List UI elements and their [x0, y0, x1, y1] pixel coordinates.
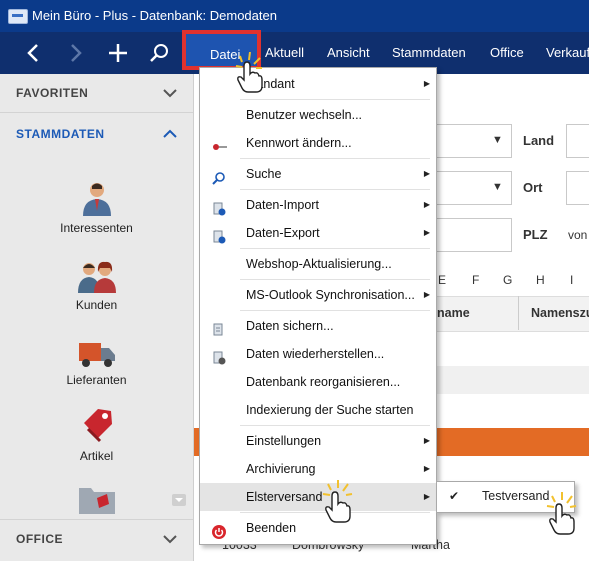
chevron-down-icon [163, 74, 177, 112]
stammdaten-label: STAMMDATEN [16, 127, 105, 141]
menu-separator [240, 310, 430, 311]
scroll-down-icon[interactable] [172, 494, 186, 506]
submenu-arrow-icon: ▶ [423, 228, 430, 237]
submenu-arrow-icon: ▶ [423, 436, 430, 445]
menu-item-daten-sichern[interactable]: Daten sichern... [200, 312, 436, 340]
app-icon [8, 9, 28, 24]
menu-office[interactable]: Office [490, 32, 524, 74]
table-row-shaded[interactable] [436, 366, 589, 394]
title-bar: Mein Büro - Plus - Datenbank: Demodaten [0, 0, 589, 32]
datei-menu-dropdown: Mandant ▶ Benutzer wechseln... Kennwort … [199, 67, 437, 545]
back-icon[interactable] [13, 32, 53, 74]
menu-item-webshop-aktualisierung[interactable]: Webshop-Aktualisierung... [200, 250, 436, 278]
dropdown-arrow-icon: ▼ [492, 134, 503, 146]
column-header-name[interactable]: name [437, 306, 470, 320]
land-input[interactable] [566, 124, 589, 158]
folder-icon [78, 488, 115, 514]
hand-cursor-icon [546, 492, 577, 535]
menu-verkauf[interactable]: Verkauf [546, 32, 589, 74]
import-icon [212, 198, 226, 216]
menu-item-indexierung-starten[interactable]: Indexierung der Suche starten [200, 396, 436, 424]
letter-filter-h[interactable]: H [536, 273, 545, 287]
sidebar-item-artikel[interactable]: Artikel [0, 407, 193, 463]
hand-cursor-icon [235, 52, 263, 93]
sidebar-section-office[interactable]: OFFICE [0, 519, 193, 558]
sidebar: FAVORITEN STAMMDATEN Interessenten Kunde… [0, 74, 194, 561]
menu-item-suche[interactable]: Suche ▶ [200, 160, 436, 188]
office-label: OFFICE [16, 532, 63, 546]
menu-item-archivierung[interactable]: Archivierung ▶ [200, 455, 436, 483]
letter-filter-i[interactable]: I [570, 273, 573, 287]
favoriten-label: FAVORITEN [16, 86, 89, 100]
plz-label: PLZ [523, 227, 548, 242]
land-label: Land [523, 133, 555, 148]
sidebar-item-more[interactable] [0, 484, 193, 520]
dropdown-arrow-icon: ▼ [492, 181, 503, 193]
export-icon [212, 226, 226, 244]
tag-icon [83, 409, 112, 443]
forward-icon[interactable] [56, 32, 96, 74]
column-header-namenszusatz[interactable]: Namenszu [531, 306, 589, 320]
sidebar-item-interessenten[interactable]: Interessenten [0, 181, 193, 235]
submenu-arrow-icon: ▶ [423, 492, 430, 501]
menu-item-einstellungen[interactable]: Einstellungen ▶ [200, 427, 436, 455]
menu-item-daten-export[interactable]: Daten-Export ▶ [200, 219, 436, 247]
submenu-arrow-icon: ▶ [423, 464, 430, 473]
key-icon [212, 136, 227, 150]
chevron-down-icon [163, 520, 177, 558]
menu-item-elsterversand[interactable]: Elsterversand ▶ [200, 483, 436, 511]
menu-item-beenden[interactable]: Beenden [200, 514, 436, 542]
artikel-label: Artikel [79, 449, 114, 463]
kunden-label: Kunden [75, 298, 118, 312]
menu-item-daten-wiederherstellen[interactable]: Daten wiederherstellen... [200, 340, 436, 368]
menu-item-kennwort-aendern[interactable]: Kennwort ändern... [200, 129, 436, 157]
backup-icon [212, 319, 226, 336]
window-title: Mein Büro - Plus - Datenbank: Demodaten [32, 8, 277, 23]
sidebar-section-favoriten[interactable]: FAVORITEN [0, 74, 193, 113]
lieferanten-label: Lieferanten [66, 373, 127, 387]
customers-icon [77, 261, 116, 293]
von-label: von [568, 228, 588, 242]
submenu-arrow-icon: ▶ [423, 290, 430, 299]
menu-separator [240, 248, 430, 249]
sidebar-item-lieferanten[interactable]: Lieferanten [0, 339, 193, 387]
menu-item-datenbank-reorganisieren[interactable]: Datenbank reorganisieren... [200, 368, 436, 396]
menu-separator [240, 279, 430, 280]
hand-cursor-icon [322, 480, 353, 523]
menu-item-daten-import[interactable]: Daten-Import ▶ [200, 191, 436, 219]
chevron-up-icon [163, 115, 177, 153]
submenu-arrow-icon: ▶ [423, 200, 430, 209]
person-icon [82, 183, 111, 216]
interessenten-label: Interessenten [60, 221, 133, 235]
letter-filter-f[interactable]: F [472, 273, 479, 287]
search-icon[interactable] [139, 32, 179, 74]
checkmark-icon: ✔ [449, 489, 460, 503]
column-divider [518, 296, 519, 330]
add-icon[interactable] [98, 32, 138, 74]
letter-filter-e[interactable]: E [438, 273, 446, 287]
menu-item-benutzer-wechseln[interactable]: Benutzer wechseln... [200, 101, 436, 129]
truck-icon [78, 343, 115, 367]
sidebar-item-kunden[interactable]: Kunden [0, 260, 193, 312]
ort-label: Ort [523, 180, 543, 195]
search-icon [212, 167, 226, 185]
ort-input[interactable] [566, 171, 589, 205]
submenu-arrow-icon: ▶ [423, 169, 430, 178]
letter-filter-g[interactable]: G [503, 273, 512, 287]
menu-item-ms-outlook-sync[interactable]: MS-Outlook Synchronisation... ▶ [200, 281, 436, 309]
submenu-arrow-icon: ▶ [423, 79, 430, 88]
menu-separator [240, 189, 430, 190]
menu-separator [240, 425, 430, 426]
sidebar-section-stammdaten[interactable]: STAMMDATEN [0, 115, 193, 153]
menu-separator [240, 158, 430, 159]
power-icon [212, 521, 226, 539]
restore-icon [212, 347, 226, 365]
menu-item-testversand[interactable]: Testversand [482, 489, 549, 503]
menu-separator [240, 99, 430, 100]
